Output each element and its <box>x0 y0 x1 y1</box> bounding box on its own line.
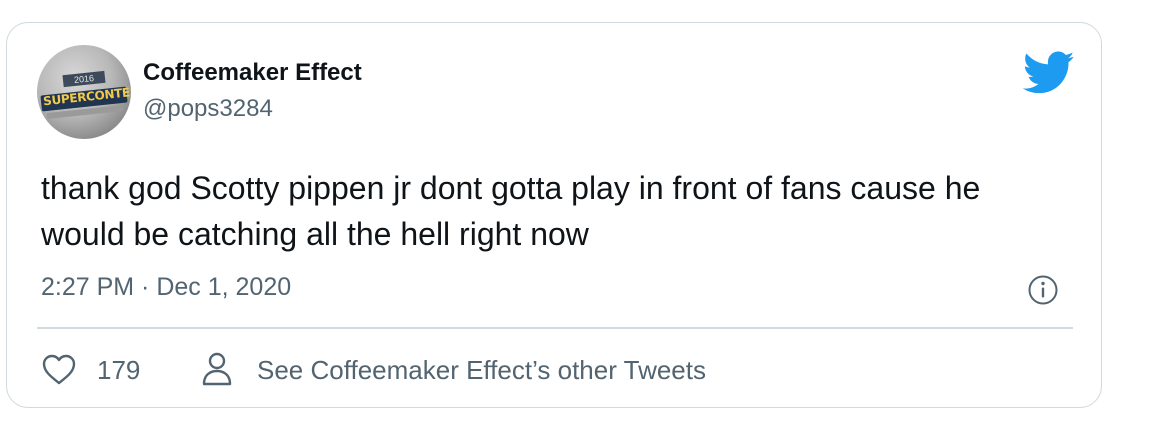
divider <box>37 327 1073 329</box>
tweet-timestamp[interactable]: 2:27 PM · Dec 1, 2020 <box>41 273 291 302</box>
author-handle[interactable]: @pops3284 <box>143 95 273 123</box>
avatar-year-text: 2016 <box>62 70 106 88</box>
author-display-name[interactable]: Coffeemaker Effect <box>143 59 362 87</box>
like-count[interactable]: 179 <box>97 355 140 386</box>
twitter-bird-icon[interactable] <box>1023 51 1075 95</box>
person-icon[interactable] <box>199 351 235 387</box>
avatar[interactable]: 2016 SUPERCONTEST <box>37 45 131 139</box>
other-tweets-link[interactable]: See Coffeemaker Effect’s other Tweets <box>257 355 706 386</box>
tweet-card: 2016 SUPERCONTEST Coffeemaker Effect @po… <box>6 22 1102 408</box>
info-icon[interactable] <box>1027 274 1059 306</box>
tweet-text: thank god Scotty pippen jr dont gotta pl… <box>41 170 981 252</box>
heart-icon[interactable] <box>41 352 77 388</box>
